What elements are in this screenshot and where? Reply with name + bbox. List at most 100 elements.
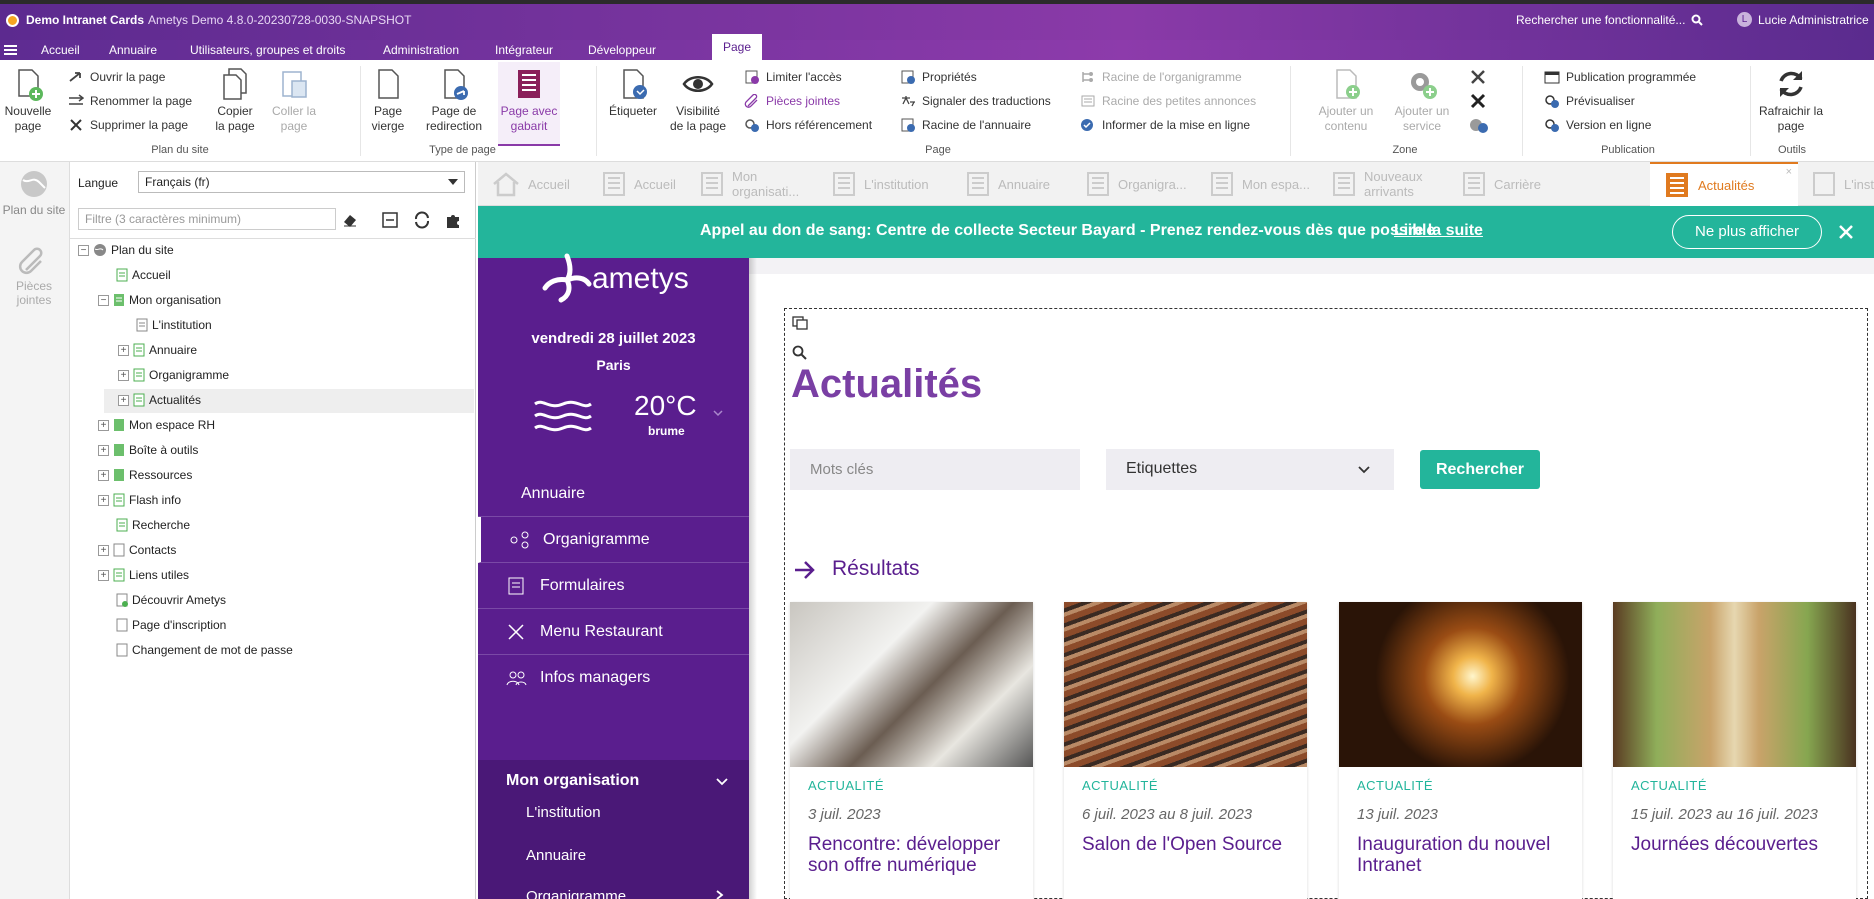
chevron-down-icon[interactable] [713,410,723,418]
zone-settings-icon[interactable] [1469,116,1489,134]
menu-administration[interactable]: Administration [383,43,459,57]
filter-input[interactable]: Filtre (3 caractères minimum) [78,208,336,230]
expand-toggle[interactable]: + [118,394,129,406]
close-tab-icon[interactable]: × [1786,166,1792,178]
tag-button[interactable]: Étiqueter [604,67,662,119]
tree-node[interactable]: Découvrir Ametys [116,591,226,609]
redirect-page-button[interactable]: Page de redirection [416,67,492,134]
site-nav-organigramme[interactable]: Organigramme [478,517,749,563]
tree-node-root[interactable]: − Plan du site [78,241,174,259]
expand-toggle[interactable]: + [118,369,129,381]
expand-toggle[interactable]: + [98,544,109,556]
attachments-button[interactable]: Pièces jointes [744,93,840,109]
limit-access-button[interactable]: Limiter l'accès [744,69,842,85]
section-item-annuaire[interactable]: Annuaire [526,847,586,864]
tree-node[interactable]: Page d'inscription [116,616,226,634]
site-nav-formulaires[interactable]: Formulaires [478,563,749,609]
search-icon[interactable] [1691,14,1703,26]
site-nav-annuaire[interactable]: Annuaire [478,471,749,517]
tab-accueil-home[interactable]: Accueil [478,162,570,206]
tree-node[interactable]: + Liens utiles [98,566,189,584]
collapse-toggle[interactable]: − [98,294,109,306]
translations-button[interactable]: Signaler des traductions [900,93,1051,109]
section-item-institution[interactable]: L'institution [526,804,601,821]
online-version-button[interactable]: Version en ligne [1544,117,1651,133]
hamburger-icon[interactable] [4,44,17,56]
tree-node[interactable]: + Annuaire [118,341,197,359]
ads-root-button[interactable]: Racine des petites annonces [1080,93,1256,109]
open-page-button[interactable]: Ouvrir la page [68,69,165,85]
banner-read-more-link[interactable]: Lire la suite [1394,222,1483,240]
add-service-button[interactable]: Ajouter un service [1386,67,1458,134]
expand-toggle[interactable]: + [98,419,109,431]
directory-root-button[interactable]: Racine de l'annuaire [900,117,1031,133]
refresh-page-button[interactable]: Rafraichir la page [1756,67,1826,134]
visibility-button[interactable]: Visibilité de la page [668,67,728,134]
news-card[interactable]: ACTUALITÉ 3 juil. 2023 Rencontre: dévelo… [790,602,1033,899]
expand-toggle[interactable]: + [118,344,129,356]
tree-node[interactable]: Changement de mot de passe [116,641,293,659]
tree-node[interactable]: Accueil [116,266,171,284]
properties-button[interactable]: Propriétés [900,69,977,85]
card-title[interactable]: Salon de l'Open Source [1082,834,1297,855]
tools-icon[interactable] [1469,68,1487,86]
tree-node[interactable]: + Ressources [98,466,192,484]
delete-page-button[interactable]: Supprimer la page [68,117,188,133]
tab-carriere[interactable]: Carrière [1448,162,1541,206]
add-content-button[interactable]: Ajouter un contenu [1312,67,1380,134]
preview-button[interactable]: Prévisualiser [1544,93,1635,109]
menu-utilisateurs[interactable]: Utilisateurs, groupes et droits [190,43,345,57]
close-icon[interactable] [1838,224,1854,240]
tree-node-selected[interactable]: + Actualités [118,391,201,409]
section-title[interactable]: Mon organisation [506,772,639,790]
news-card[interactable]: ACTUALITÉ 13 juil. 2023 Inauguration du … [1339,602,1582,899]
menu-integrateur[interactable]: Intégrateur [495,43,553,57]
expand-toggle[interactable]: + [98,569,109,581]
chevron-right-icon[interactable] [716,890,724,899]
tab-nouveaux-arrivants[interactable]: Nouveaux arrivants [1318,162,1438,206]
close-icon[interactable] [1469,92,1487,110]
tree-node[interactable]: + Contacts [98,541,176,559]
tree-node[interactable]: Recherche [116,516,190,534]
magnifier-icon[interactable] [792,345,808,361]
paste-page-button[interactable]: Coller la page [272,67,316,134]
tab-institution-2[interactable]: L'institu... [1798,162,1874,206]
tab-annuaire[interactable]: Annuaire [952,162,1050,206]
tab-organigramme[interactable]: Organigra... [1072,162,1187,206]
keywords-input[interactable]: Mots clés [790,449,1080,490]
menu-annuaire[interactable]: Annuaire [109,43,157,57]
expand-toggle[interactable]: + [98,469,109,481]
site-nav-infos-managers[interactable]: Infos managers [478,655,749,701]
no-referencing-button[interactable]: Hors référencement [744,117,872,133]
sidebar-attachments[interactable]: Pièces jointes [0,246,68,307]
chevron-down-icon[interactable] [716,778,728,786]
user-name[interactable]: Lucie Administratrice [1758,13,1869,27]
eraser-icon[interactable] [342,212,358,228]
tree-node[interactable]: L'institution [136,316,212,334]
card-title[interactable]: Inauguration du nouvel Intranet [1357,834,1572,876]
collapse-all-icon[interactable] [382,212,398,228]
puzzle-icon[interactable] [444,211,462,229]
expand-toggle[interactable]: + [98,494,109,506]
dismiss-banner-button[interactable]: Ne plus afficher [1672,215,1822,249]
app-logo-icon[interactable] [6,14,19,27]
expand-toggle[interactable]: + [98,444,109,456]
tab-mon-organisation[interactable]: Mon organisati... [686,162,804,206]
news-card[interactable]: ACTUALITÉ 6 juil. 2023 au 8 juil. 2023 S… [1064,602,1307,899]
tree-node[interactable]: + Mon espace RH [98,416,215,434]
collapse-toggle[interactable]: − [78,244,89,256]
search-button[interactable]: Rechercher [1420,450,1540,489]
section-item-organigramme[interactable]: Organigramme [526,888,626,899]
tab-actualites[interactable]: Actualités × [1650,162,1798,206]
language-select[interactable]: Français (fr) [138,171,465,193]
tree-node[interactable]: + Organigramme [118,366,229,384]
news-card[interactable]: ACTUALITÉ 15 juil. 2023 au 16 juil. 2023… [1613,602,1856,899]
rename-page-button[interactable]: Renommer la page [68,93,192,109]
menu-developpeur[interactable]: Développeur [588,43,656,57]
avatar[interactable]: L [1737,12,1752,27]
new-page-button[interactable]: Nouvelle page [2,67,54,134]
tab-mon-espace[interactable]: Mon espa... [1196,162,1310,206]
refresh-tree-icon[interactable] [413,211,431,229]
site-nav-menu-restaurant[interactable]: Menu Restaurant [478,609,749,655]
blank-page-button[interactable]: Page vierge [366,67,410,134]
